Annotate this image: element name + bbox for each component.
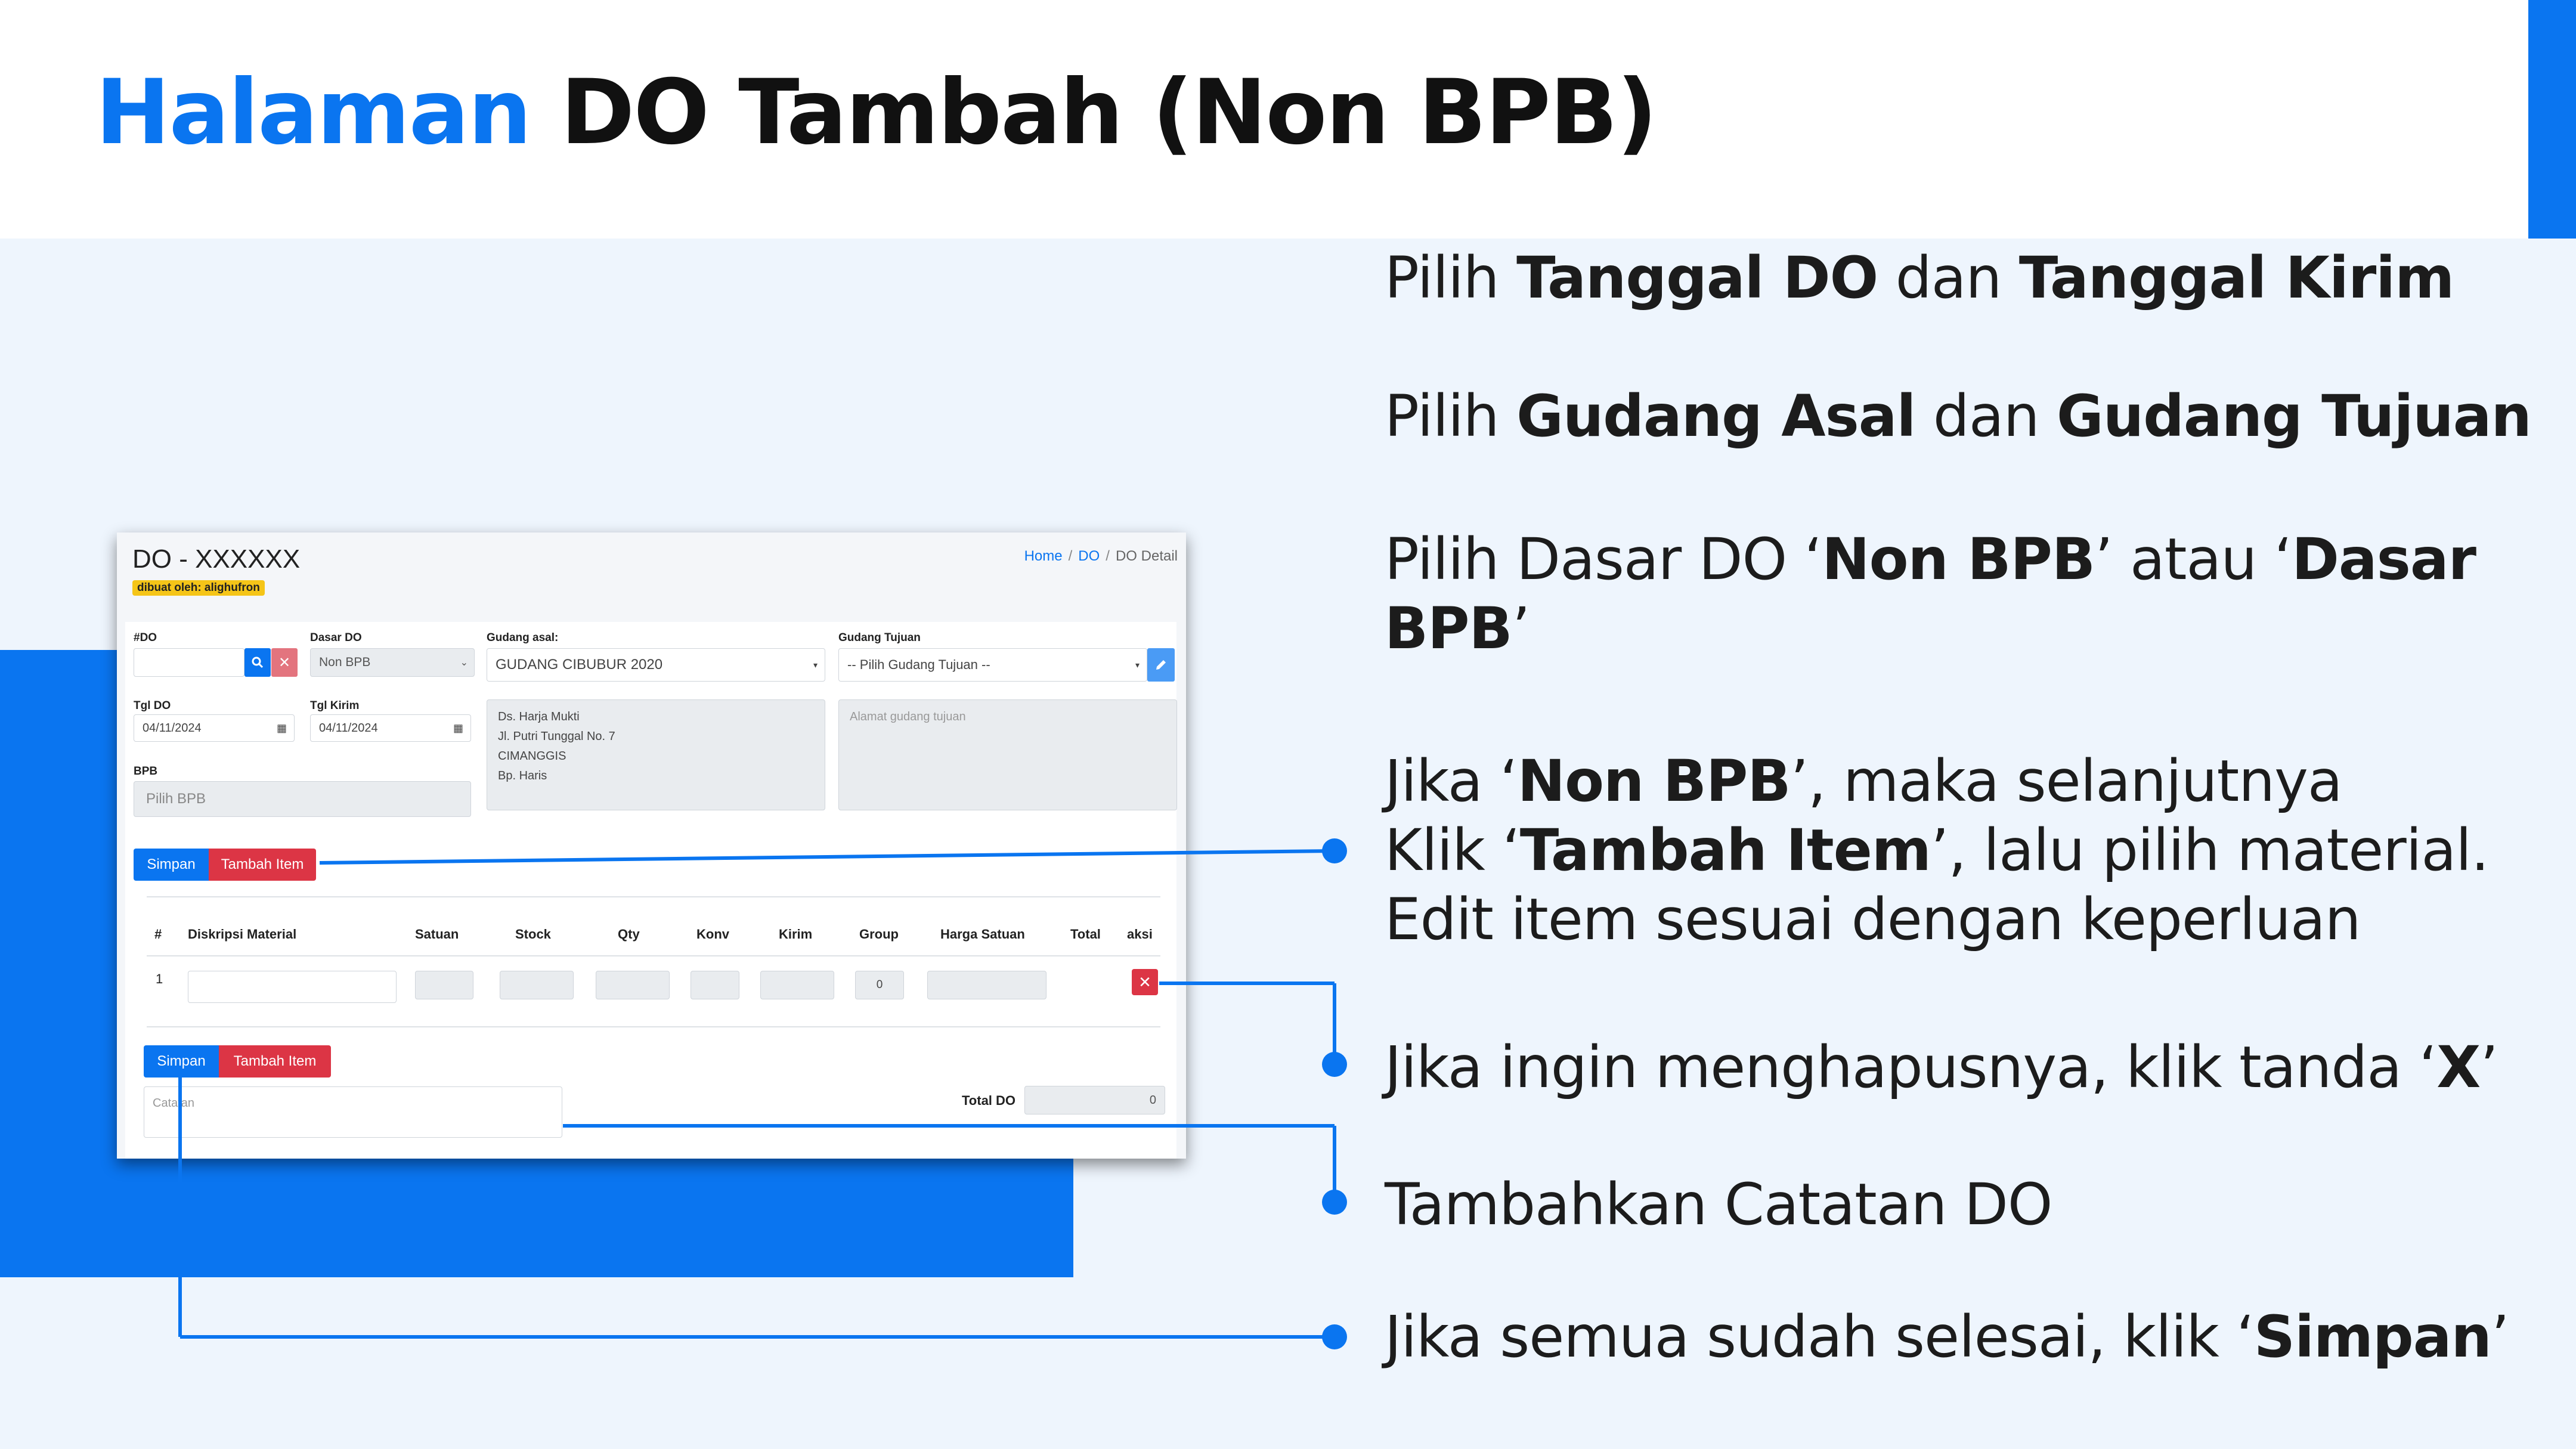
instr-text: ’ [2480, 1034, 2498, 1101]
instr-text: Pilih Dasar DO ‘ [1385, 526, 1822, 593]
instr-text: ’ atau ‘ [2095, 526, 2292, 593]
instruction-gudang: Pilih Gudang Asal dan Gudang Tujuan [1385, 382, 2532, 451]
connector-dot [1322, 1324, 1347, 1349]
instr-bold: X [2436, 1034, 2481, 1101]
instr-text: ’ [1512, 595, 1530, 662]
instruction-simpan: Jika semua sudah selesai, klik ‘Simpan’ [1385, 1302, 2509, 1371]
instr-bold: BPB [1385, 595, 1513, 662]
instr-text: ’, maka selanjutnya [1790, 748, 2343, 815]
instr-text: Tambahkan Catatan DO [1385, 1171, 2052, 1238]
instr-bold: Dasar [2292, 526, 2476, 593]
instr-bold: Simpan [2253, 1304, 2492, 1370]
instruction-dasar-do: Pilih Dasar DO ‘Non BPB’ atau ‘Dasar BPB’ [1385, 525, 2476, 663]
instr-bold: Tanggal DO [1516, 244, 1878, 311]
instr-bold: Non BPB [1822, 526, 2095, 593]
instr-bold: Non BPB [1517, 748, 1791, 815]
connector-dot [1322, 838, 1347, 863]
instr-bold: Tambah Item [1519, 817, 1931, 884]
instr-text: dan [1915, 383, 2057, 450]
instruction-tambah-item: Jika ‘Non BPB’, maka selanjutnya Klik ‘Ta… [1385, 747, 2490, 954]
instr-text: Jika ingin menghapusnya, klik tanda ‘ [1385, 1034, 2437, 1101]
instruction-tanggal: Pilih Tanggal DO dan Tanggal Kirim [1385, 243, 2454, 312]
instr-bold: Gudang Asal [1516, 383, 1916, 450]
connector-dot [1322, 1052, 1347, 1077]
instruction-catatan: Tambahkan Catatan DO [1385, 1170, 2052, 1239]
instr-text: dan [1878, 244, 2019, 311]
instr-text: Jika semua sudah selesai, klik ‘ [1385, 1304, 2255, 1370]
instr-text: Edit item sesuai dengan keperluan [1385, 886, 2361, 953]
instr-text: Pilih [1385, 383, 1517, 450]
connector-dot [1322, 1190, 1347, 1215]
instr-text: ’, lalu pilih material. [1930, 817, 2490, 884]
instr-text: Pilih [1385, 244, 1517, 311]
instr-bold: Gudang Tujuan [2057, 383, 2532, 450]
connector-tambah-item [319, 849, 1335, 865]
instr-bold: Tanggal Kirim [2018, 244, 2454, 311]
connector-lines [178, 838, 1347, 1349]
instruction-hapus: Jika ingin menghapusnya, klik tanda ‘X’ [1385, 1033, 2498, 1102]
instr-text: Jika ‘ [1385, 748, 1518, 815]
instr-text: ’ [2491, 1304, 2509, 1370]
instr-text: Klik ‘ [1385, 817, 1521, 884]
